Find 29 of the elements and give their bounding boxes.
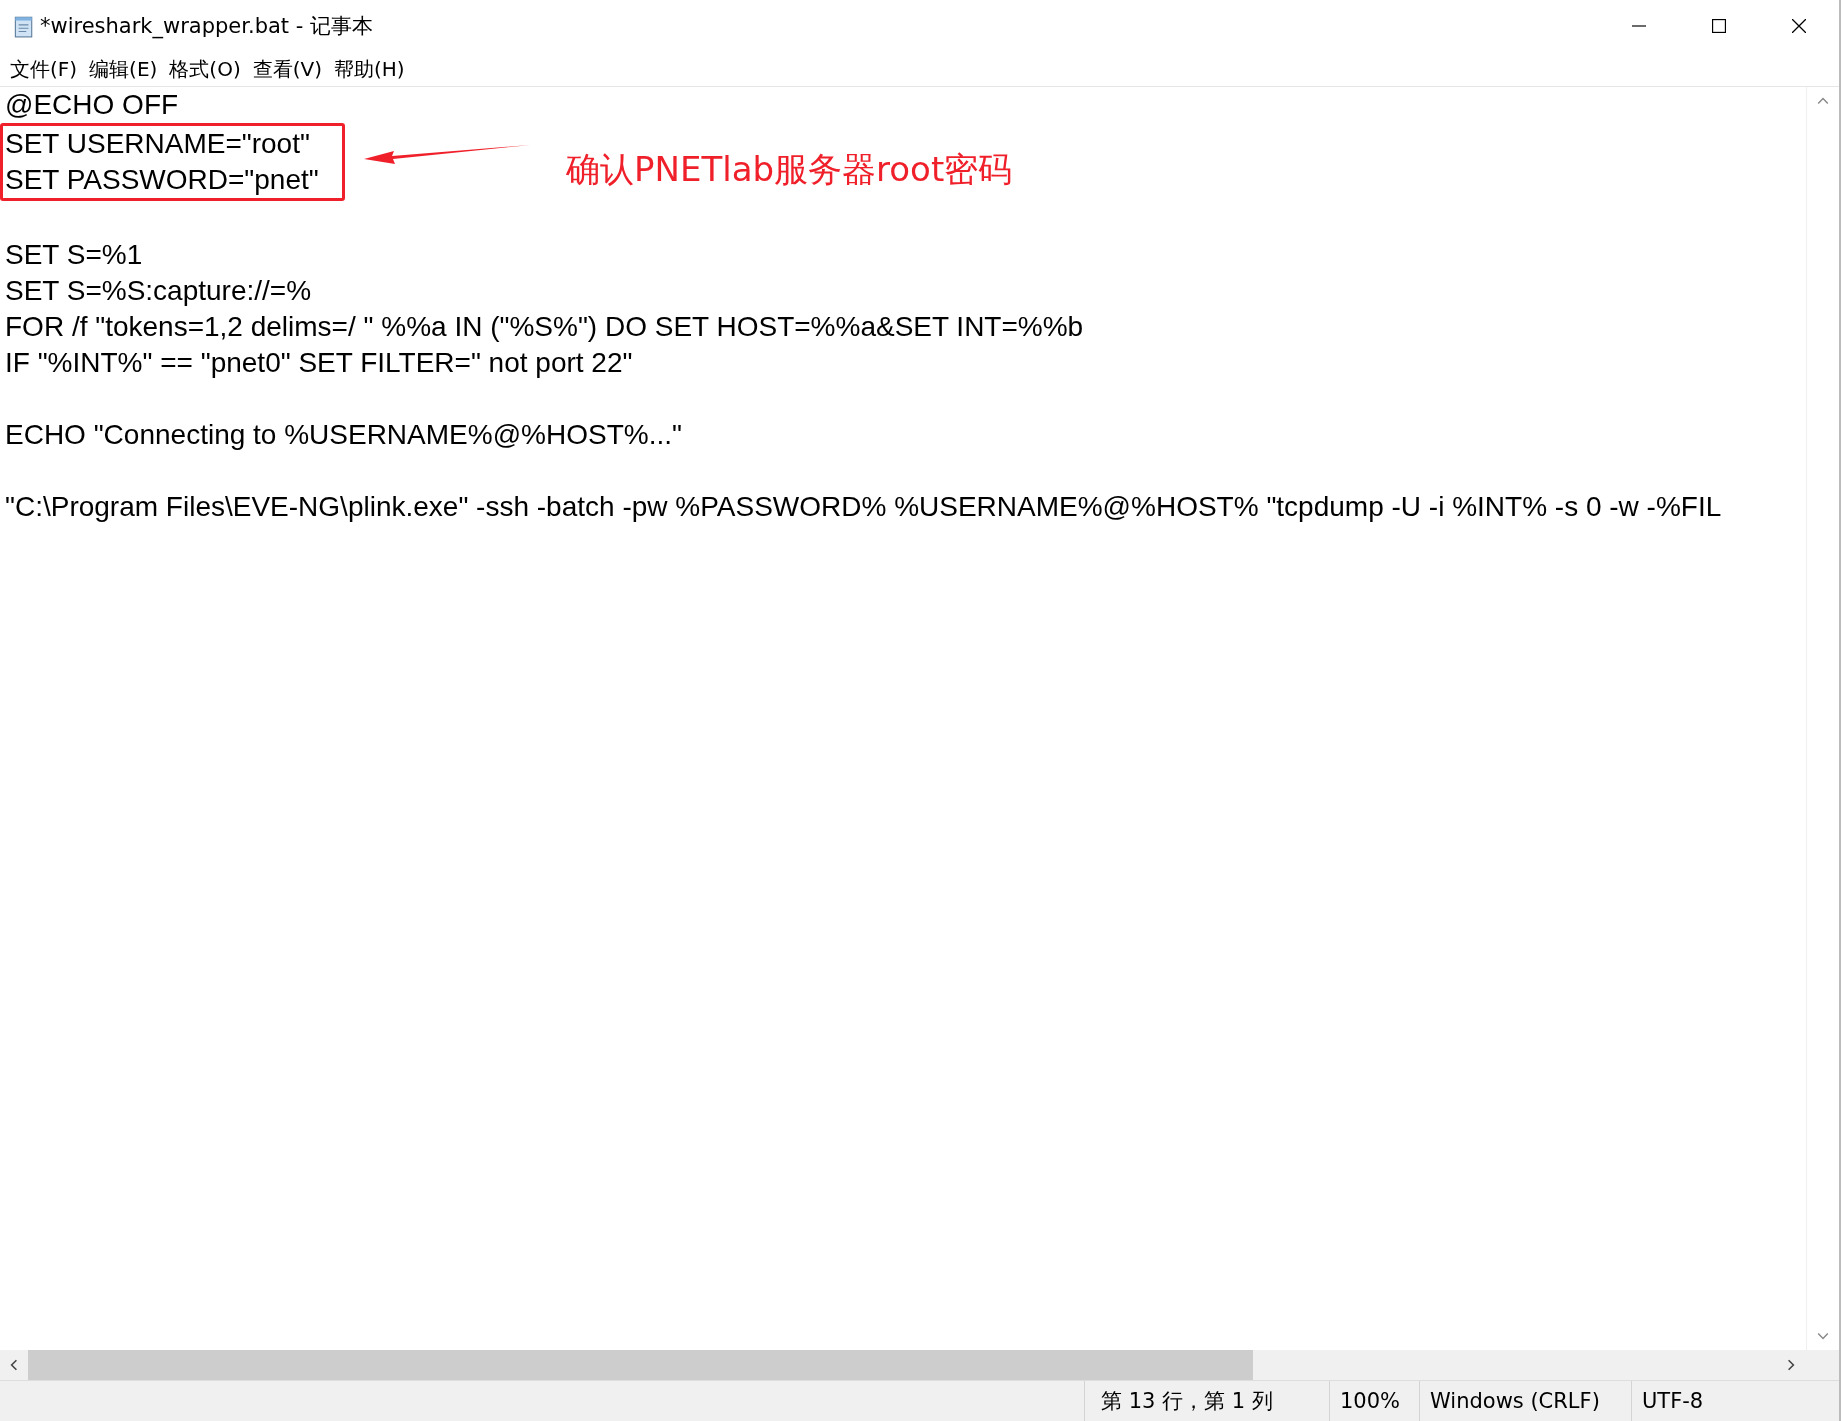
notepad-icon xyxy=(12,14,34,38)
code-line: SET S=%S:capture://=% xyxy=(4,274,313,308)
code-line: SET S=%1 xyxy=(4,238,144,272)
code-line: "C:\Program Files\EVE-NG\plink.exe" -ssh -batch -pw %PASSWORD% %USERNAME%@%HOST% "tcpdump -U -i %INT% -s 0 -w -%FIL xyxy=(4,490,1723,524)
menu-item[interactable]: 查看(V) xyxy=(246,55,328,83)
status-text: UTF-8 xyxy=(1631,1381,1839,1421)
scroll-down-icon[interactable] xyxy=(1817,1332,1829,1340)
scroll-right-icon[interactable] xyxy=(1787,1359,1795,1371)
annotation-text: 确认PNETlab服务器root密码 xyxy=(566,148,1013,191)
code-line: FOR /f "tokens=1,2 delims=/ " %%a IN ("%S%") DO SET HOST=%%a&SET INT=%%b xyxy=(4,310,1085,344)
scroll-left-icon[interactable] xyxy=(10,1359,18,1371)
menu-item[interactable]: 编辑(E) xyxy=(83,55,164,83)
horizontal-scrollbar[interactable] xyxy=(0,1350,1839,1380)
code-line: ECHO "Connecting to %USERNAME%@%HOST%..." xyxy=(4,418,683,452)
window-title: *wireshark_wrapper.bat - 记事本 xyxy=(40,13,374,40)
code-line: @ECHO OFF xyxy=(4,88,180,122)
menu-item[interactable]: 格式(O) xyxy=(163,55,247,83)
close-icon xyxy=(1792,19,1806,33)
maximize-icon xyxy=(1712,19,1726,33)
scrollbar-thumb[interactable] xyxy=(28,1350,1253,1380)
menu-item[interactable]: 文件(F) xyxy=(4,55,84,83)
status-text: 第 13 行，第 1 列 xyxy=(1084,1381,1329,1421)
status-text: 100% xyxy=(1329,1381,1419,1421)
code-line: IF "%INT%" == "pnet0" SET FILTER=" not port 22" xyxy=(4,346,634,380)
code-line: SET PASSWORD="pnet" xyxy=(4,163,320,197)
scroll-up-icon[interactable] xyxy=(1817,97,1829,105)
status-text: Windows (CRLF) xyxy=(1419,1381,1631,1421)
code-line: SET USERNAME="root" xyxy=(4,127,311,161)
menu-item[interactable]: 帮助(H) xyxy=(328,55,411,83)
